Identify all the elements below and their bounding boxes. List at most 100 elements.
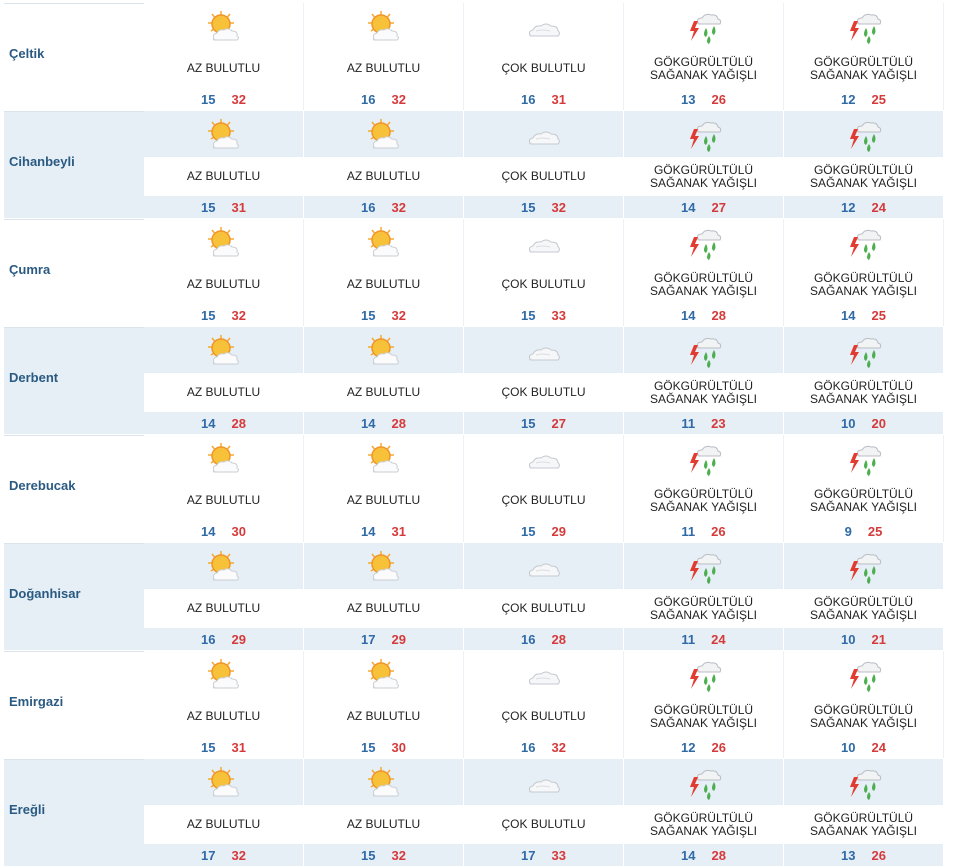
weather-description: AZ BULUTLU [304, 697, 463, 736]
max-temperature: 32 [391, 199, 406, 215]
max-temperature: 25 [871, 91, 886, 107]
max-temperature: 24 [871, 199, 886, 215]
max-temperature: 26 [711, 91, 726, 107]
weather-description-text: AZ BULUTLU [186, 817, 261, 831]
min-temperature: 10 [841, 739, 856, 755]
temperature-range: 15 32 [304, 304, 463, 326]
partly-cloudy-icon [204, 333, 244, 369]
city-name[interactable]: Derebucak [9, 478, 75, 493]
partly-cloudy-icon [364, 657, 404, 693]
thunderstorm-icon [684, 117, 724, 153]
weather-description: AZ BULUTLU [304, 373, 463, 412]
partly-cloudy-icon [204, 117, 244, 153]
weather-description: GÖKGÜRÜLTÜLÜ SAĞANAK YAĞIŞLI [624, 805, 783, 844]
min-temperature: 14 [841, 307, 856, 323]
thunderstorm-icon [844, 549, 884, 585]
day-forecast-cell: GÖKGÜRÜLTÜLÜ SAĞANAK YAĞIŞLI 14 25 [784, 219, 944, 326]
day-forecast-cell: AZ BULUTLU 16 32 [304, 111, 464, 218]
city-name[interactable]: Cihanbeyli [9, 154, 75, 169]
max-temperature: 28 [711, 847, 726, 863]
max-temperature: 32 [231, 91, 246, 107]
min-temperature: 15 [521, 199, 536, 215]
temperature-range: 16 32 [464, 736, 623, 758]
weather-description: AZ BULUTLU [304, 481, 463, 520]
temperature-range: 10 20 [784, 412, 943, 434]
temperature-range: 10 24 [784, 736, 943, 758]
max-temperature: 29 [391, 631, 406, 647]
min-temperature: 16 [201, 631, 216, 647]
weather-description: ÇOK BULUTLU [464, 373, 623, 412]
day-forecast-cell: GÖKGÜRÜLTÜLÜ SAĞANAK YAĞIŞLI 12 24 [784, 111, 944, 218]
city-name[interactable]: Ereğli [9, 802, 45, 817]
temperature-range: 15 31 [144, 196, 303, 218]
max-temperature: 24 [871, 739, 886, 755]
max-temperature: 21 [871, 631, 886, 647]
cloudy-icon [524, 765, 564, 801]
weather-description-text: GÖKGÜRÜLTÜLÜ SAĞANAK YAĞIŞLI [650, 378, 757, 406]
weather-description: AZ BULUTLU [304, 265, 463, 304]
weather-description-text: ÇOK BULUTLU [501, 601, 586, 615]
city-name[interactable]: Emirgazi [9, 694, 63, 709]
day-forecast-cell: AZ BULUTLU 16 29 [144, 543, 304, 650]
temperature-range: 16 28 [464, 628, 623, 650]
day-forecast-cell: ÇOK BULUTLU 15 29 [464, 435, 624, 542]
city-name[interactable]: Doğanhisar [9, 586, 81, 601]
weather-description-text: GÖKGÜRÜLTÜLÜ SAĞANAK YAĞIŞLI [810, 54, 917, 82]
min-temperature: 11 [681, 631, 696, 647]
weather-description: GÖKGÜRÜLTÜLÜ SAĞANAK YAĞIŞLI [784, 265, 943, 304]
day-forecast-cell: AZ BULUTLU 15 32 [304, 759, 464, 866]
weather-description-text: GÖKGÜRÜLTÜLÜ SAĞANAK YAĞIŞLI [810, 270, 917, 298]
cloudy-icon [524, 225, 564, 261]
day-forecast-cell: ÇOK BULUTLU 17 33 [464, 759, 624, 866]
day-forecast-cell: ÇOK BULUTLU 16 31 [464, 3, 624, 110]
temperature-range: 17 33 [464, 844, 623, 866]
day-forecast-cell: AZ BULUTLU 15 31 [144, 651, 304, 758]
weather-description-text: AZ BULUTLU [186, 385, 261, 399]
temperature-range: 15 33 [464, 304, 623, 326]
temperature-range: 9 25 [784, 520, 943, 542]
weather-description: AZ BULUTLU [144, 805, 303, 844]
min-temperature: 15 [201, 739, 216, 755]
weather-description-text: GÖKGÜRÜLTÜLÜ SAĞANAK YAĞIŞLI [810, 810, 917, 838]
weather-description: AZ BULUTLU [144, 265, 303, 304]
city-name[interactable]: Çumra [9, 262, 50, 277]
thunderstorm-icon [684, 765, 724, 801]
weather-description-text: AZ BULUTLU [346, 169, 421, 183]
temperature-range: 14 28 [144, 412, 303, 434]
max-temperature: 30 [231, 523, 246, 539]
city-cell: Derebucak [4, 435, 144, 542]
weather-description-text: GÖKGÜRÜLTÜLÜ SAĞANAK YAĞIŞLI [650, 270, 757, 298]
min-temperature: 15 [521, 523, 536, 539]
weather-description: GÖKGÜRÜLTÜLÜ SAĞANAK YAĞIŞLI [624, 157, 783, 196]
weather-description-text: AZ BULUTLU [346, 385, 421, 399]
min-temperature: 14 [361, 523, 376, 539]
max-temperature: 32 [391, 307, 406, 323]
partly-cloudy-icon [364, 225, 404, 261]
city-name[interactable]: Çeltik [9, 46, 44, 61]
day-forecast-cell: ÇOK BULUTLU 15 33 [464, 219, 624, 326]
day-forecast-cell: GÖKGÜRÜLTÜLÜ SAĞANAK YAĞIŞLI 13 26 [784, 759, 944, 866]
min-temperature: 16 [361, 199, 376, 215]
day-forecast-cell: AZ BULUTLU 14 28 [304, 327, 464, 434]
temperature-range: 16 31 [464, 88, 623, 110]
day-forecast-cell: AZ BULUTLU 15 30 [304, 651, 464, 758]
partly-cloudy-icon [204, 765, 244, 801]
min-temperature: 14 [201, 523, 216, 539]
min-temperature: 15 [521, 307, 536, 323]
min-temperature: 9 [844, 523, 852, 539]
weather-description-text: ÇOK BULUTLU [501, 61, 586, 75]
weather-description-text: GÖKGÜRÜLTÜLÜ SAĞANAK YAĞIŞLI [650, 702, 757, 730]
weather-description-text: GÖKGÜRÜLTÜLÜ SAĞANAK YAĞIŞLI [650, 594, 757, 622]
city-name[interactable]: Derbent [9, 370, 58, 385]
max-temperature: 32 [231, 307, 246, 323]
max-temperature: 24 [711, 631, 726, 647]
thunderstorm-icon [844, 9, 884, 45]
weather-description-text: AZ BULUTLU [346, 601, 421, 615]
min-temperature: 16 [521, 631, 536, 647]
temperature-range: 16 29 [144, 628, 303, 650]
weather-description: ÇOK BULUTLU [464, 481, 623, 520]
city-cell: Doğanhisar [4, 543, 144, 650]
partly-cloudy-icon [204, 441, 244, 477]
partly-cloudy-icon [204, 225, 244, 261]
max-temperature: 32 [391, 91, 406, 107]
